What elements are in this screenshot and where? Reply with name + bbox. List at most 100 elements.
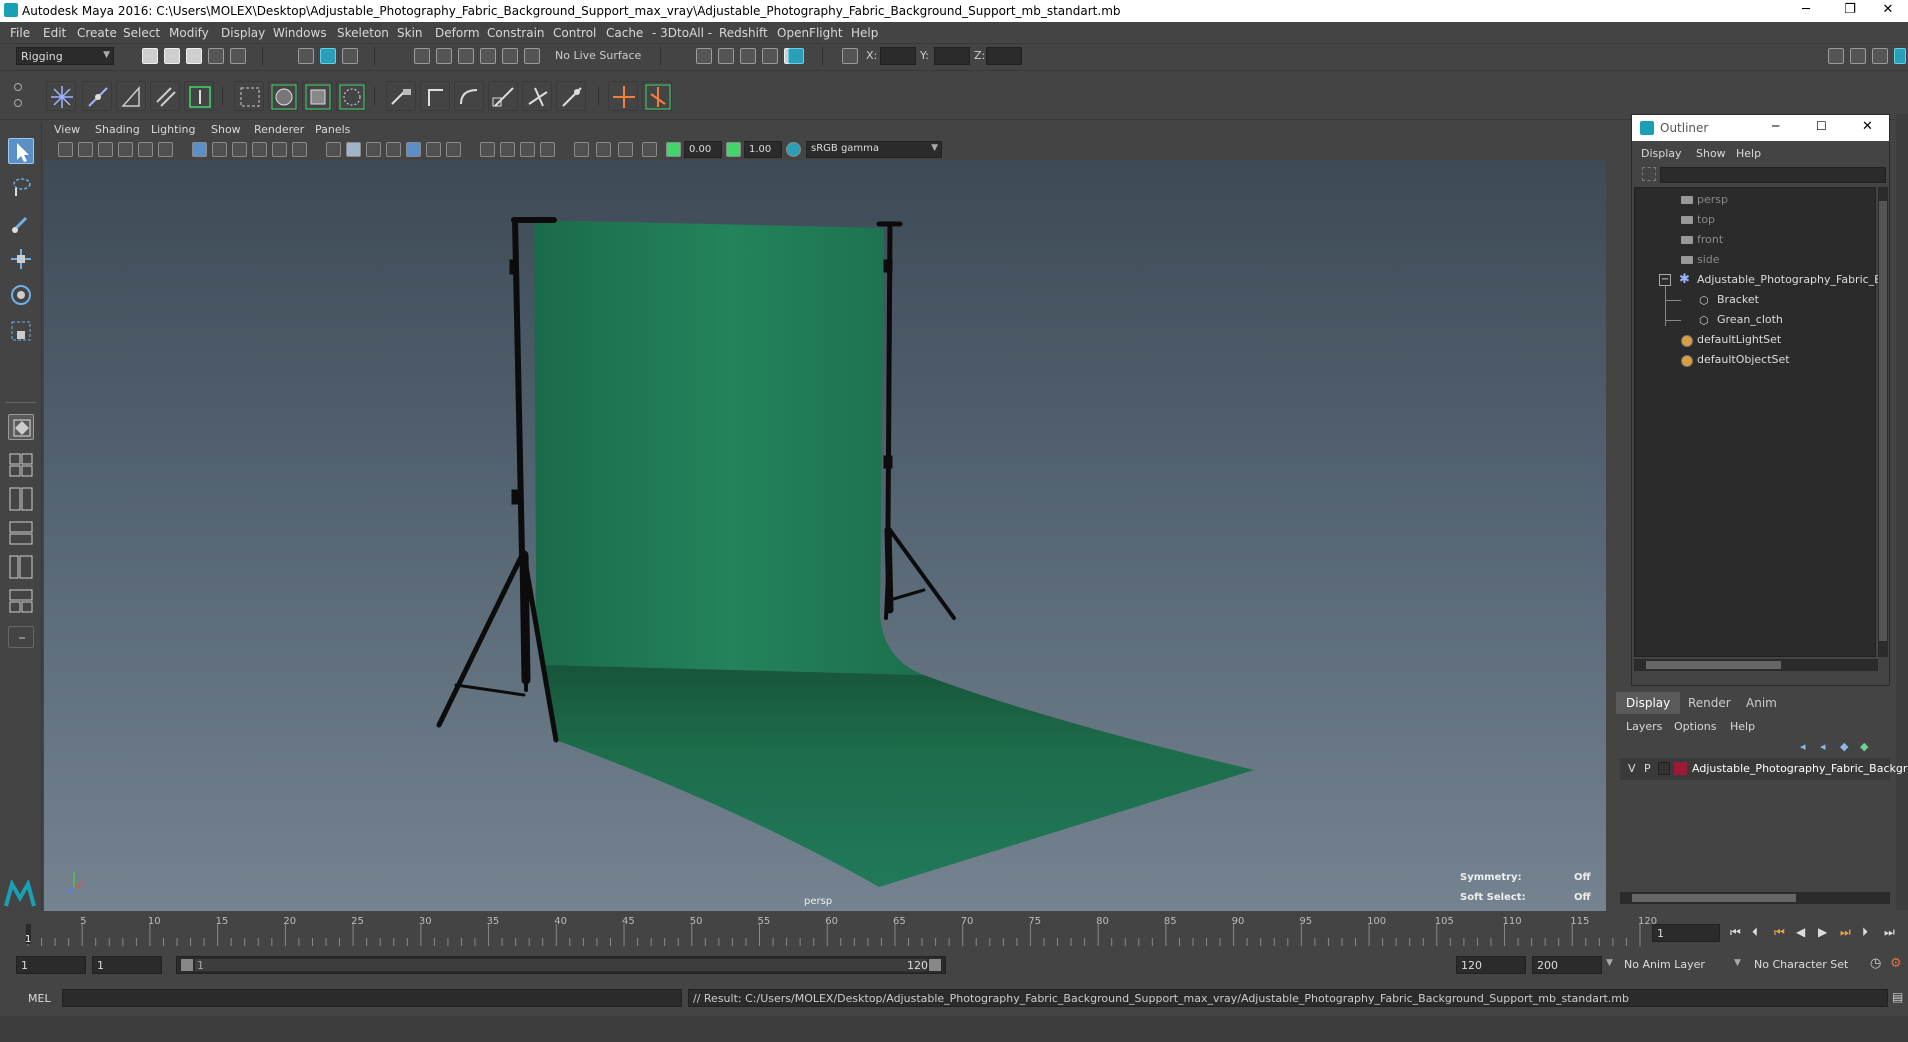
- modeling-toolkit-icon[interactable]: [1828, 48, 1844, 64]
- viewport-menu-panels[interactable]: Panels: [315, 123, 350, 136]
- camera-select-icon[interactable]: [58, 142, 73, 157]
- outliner-item-bracket[interactable]: Bracket: [1717, 293, 1759, 306]
- wireframe-icon[interactable]: [326, 142, 341, 157]
- layer-visibility-toggle[interactable]: V: [1628, 762, 1636, 775]
- outliner-menu-display[interactable]: Display: [1641, 147, 1682, 160]
- save-scene-icon[interactable]: [186, 48, 202, 64]
- rotate-tool-icon[interactable]: [8, 282, 34, 308]
- minimize-button[interactable]: ─: [1784, 0, 1828, 22]
- menu-skin[interactable]: Skin: [397, 26, 423, 40]
- joint-tool-icon[interactable]: [46, 81, 76, 111]
- magnet-icon[interactable]: [524, 48, 540, 64]
- move-layer-down-icon[interactable]: ◂: [1820, 740, 1826, 753]
- field-chart-icon[interactable]: [272, 142, 287, 157]
- close-button[interactable]: ✕: [1862, 119, 1873, 134]
- render-view-icon[interactable]: [696, 48, 712, 64]
- layer-playback-toggle[interactable]: P: [1644, 762, 1651, 775]
- menu-control[interactable]: Control: [553, 26, 596, 40]
- x-field[interactable]: [880, 47, 916, 65]
- script-language-toggle[interactable]: MEL: [28, 992, 51, 1005]
- step-back-icon[interactable]: ⏴: [1752, 925, 1758, 940]
- snap-surface-icon[interactable]: [502, 48, 518, 64]
- playback-end-field[interactable]: 120: [1456, 956, 1526, 974]
- viewport-menu-renderer[interactable]: Renderer: [254, 123, 304, 136]
- transform-mode-icon[interactable]: [842, 48, 858, 64]
- paint-select-tool-icon[interactable]: [8, 210, 34, 236]
- menu-openflight[interactable]: OpenFlight: [777, 26, 843, 40]
- 2d-pan-zoom-icon[interactable]: [138, 142, 153, 157]
- menu-skeleton[interactable]: Skeleton: [337, 26, 389, 40]
- layers-menu-help[interactable]: Help: [1730, 720, 1755, 733]
- outliner-item-front[interactable]: front: [1697, 233, 1723, 246]
- render-settings-icon[interactable]: [762, 48, 778, 64]
- step-forward-icon[interactable]: ⏵: [1862, 925, 1868, 940]
- animation-start-field[interactable]: 1: [16, 956, 86, 974]
- outliner-search-input[interactable]: [1660, 167, 1886, 183]
- viewport-menu-show[interactable]: Show: [211, 123, 241, 136]
- scrollbar-thumb[interactable]: [1879, 201, 1887, 641]
- collapse-icon[interactable]: −: [1659, 274, 1671, 286]
- menu-3dtoall[interactable]: - 3DtoAll -: [652, 26, 712, 40]
- undo-icon[interactable]: [208, 48, 224, 64]
- outliner-horizontal-scrollbar[interactable]: [1634, 659, 1878, 671]
- menu-constrain[interactable]: Constrain: [487, 26, 545, 40]
- layer-name[interactable]: Adjustable_Photography_Fabric_Backgr: [1692, 762, 1907, 775]
- snap-curve-icon[interactable]: [436, 48, 452, 64]
- attribute-editor-icon[interactable]: [1850, 48, 1866, 64]
- move-tool-icon[interactable]: [8, 246, 34, 272]
- select-by-object-icon[interactable]: [320, 48, 336, 64]
- point-constraint-icon[interactable]: [386, 81, 416, 111]
- step-forward-key-icon[interactable]: ⏭: [1840, 925, 1851, 940]
- menu-create[interactable]: Create: [77, 26, 117, 40]
- range-bar-fill[interactable]: [195, 959, 927, 971]
- resolution-gate-icon[interactable]: [232, 142, 247, 157]
- menu-windows[interactable]: Windows: [273, 26, 327, 40]
- command-input[interactable]: [62, 989, 682, 1007]
- auto-key-icon[interactable]: ◷: [1870, 956, 1881, 971]
- motion-blur-icon[interactable]: [480, 142, 495, 157]
- textured-icon[interactable]: [386, 142, 401, 157]
- single-pane-layout-icon[interactable]: [8, 414, 34, 440]
- multisample-aa-icon[interactable]: [500, 142, 515, 157]
- current-frame-field[interactable]: 1: [1652, 924, 1720, 942]
- scrollbar-thumb[interactable]: [1646, 661, 1781, 669]
- outliner-item-defaultobjectset[interactable]: defaultObjectSet: [1697, 353, 1790, 366]
- lasso-tool-icon[interactable]: [8, 174, 34, 200]
- backface-culling-icon[interactable]: [642, 142, 657, 157]
- xray-components-icon[interactable]: [618, 142, 633, 157]
- menu-help[interactable]: Help: [851, 26, 878, 40]
- animation-prefs-icon[interactable]: ⚙: [1890, 956, 1902, 971]
- chevron-down-icon[interactable]: ▼: [1734, 958, 1741, 968]
- layer-row[interactable]: V P Adjustable_Photography_Fabric_Backgr: [1620, 758, 1907, 780]
- scrollbar-thumb[interactable]: [1632, 894, 1796, 902]
- outliner-item-top[interactable]: top: [1697, 213, 1715, 226]
- channel-box-icon[interactable]: [1894, 48, 1906, 64]
- select-by-component-icon[interactable]: [342, 48, 358, 64]
- menu-display[interactable]: Display: [221, 26, 265, 40]
- range-start-handle[interactable]: [181, 959, 193, 971]
- isolate-select-icon[interactable]: [540, 142, 555, 157]
- gate-mask-icon[interactable]: [252, 142, 267, 157]
- screen-space-ao-icon[interactable]: [446, 142, 461, 157]
- go-to-start-icon[interactable]: ⏮: [1730, 925, 1741, 940]
- menu-edit[interactable]: Edit: [43, 26, 66, 40]
- color-space-dropdown[interactable]: sRGB gamma ▼: [806, 141, 942, 158]
- orient-constraint-icon[interactable]: [454, 81, 484, 111]
- outliner-menu-show[interactable]: Show: [1696, 147, 1726, 160]
- play-backwards-icon[interactable]: ◀: [1796, 925, 1805, 939]
- parent-constraint-icon[interactable]: [522, 81, 552, 111]
- pole-vector-icon[interactable]: [556, 81, 586, 111]
- skin-bind-icon[interactable]: [150, 81, 180, 111]
- layer-color-swatch[interactable]: [1674, 762, 1687, 775]
- tab-anim[interactable]: Anim: [1736, 692, 1787, 714]
- grid-icon[interactable]: [192, 142, 207, 157]
- new-scene-icon[interactable]: [142, 48, 158, 64]
- xray-joints-icon[interactable]: [596, 142, 611, 157]
- menu-file[interactable]: File: [10, 26, 30, 40]
- tab-render[interactable]: Render: [1678, 692, 1741, 714]
- exposure-icon[interactable]: [666, 142, 681, 157]
- dock-tab-strip[interactable]: [1896, 114, 1908, 910]
- film-gate-icon[interactable]: [212, 142, 227, 157]
- playback-start-field[interactable]: 1: [92, 956, 162, 974]
- open-scene-icon[interactable]: [164, 48, 180, 64]
